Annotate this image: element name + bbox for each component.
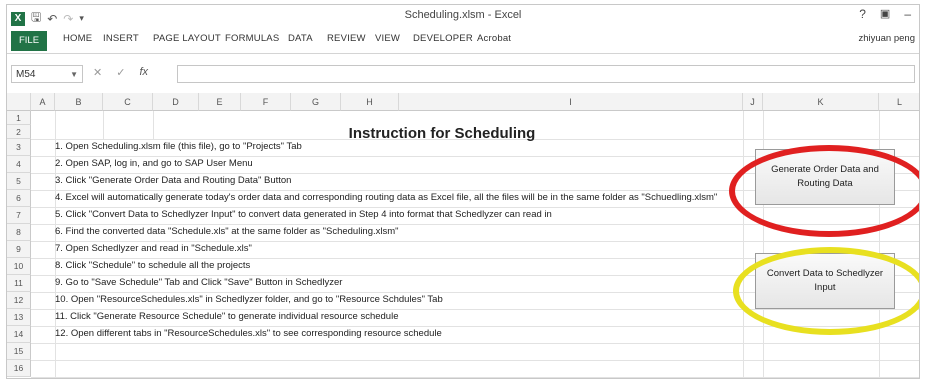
gridline (31, 360, 919, 361)
instruction-line: 11. Click "Generate Resource Schedule" t… (55, 311, 399, 322)
instruction-line: 3. Click "Generate Order Data and Routin… (55, 175, 292, 186)
tab-review[interactable]: REVIEW (327, 33, 366, 44)
gridline (153, 111, 154, 139)
window-title: Scheduling.xlsm - Excel (404, 9, 522, 21)
gridline (31, 326, 919, 327)
row-header[interactable]: 8 (7, 224, 31, 241)
ribbon-display-icon[interactable]: ▣ (880, 7, 890, 21)
formula-bar: M54 ▼ ✕ ✓ fx (7, 63, 919, 85)
sheet-title: Instruction for Scheduling (348, 125, 536, 142)
title-bar: X 🖫 ↶ ↷ ▾ Scheduling.xlsm - Excel ? ▣ – (7, 5, 919, 27)
row-header[interactable]: 2 (7, 125, 31, 139)
column-header[interactable]: A (31, 93, 55, 111)
tab-home[interactable]: HOME (63, 33, 92, 44)
select-all-corner[interactable] (7, 93, 31, 111)
gridline (31, 224, 919, 225)
worksheet-grid[interactable]: A B C D E F G H I J K L 1 2 3 4 5 6 7 8 … (7, 93, 919, 378)
formula-input[interactable] (177, 65, 915, 83)
row-header[interactable]: 14 (7, 326, 31, 343)
gridline (31, 343, 919, 344)
row-header[interactable]: 16 (7, 360, 31, 377)
cancel-icon[interactable]: ✕ (93, 66, 102, 79)
column-header[interactable]: I (399, 93, 743, 111)
tab-insert[interactable]: INSERT (103, 33, 139, 44)
tab-file[interactable]: FILE (11, 31, 47, 51)
gridline (743, 111, 744, 378)
convert-data-button[interactable]: Convert Data to Schedlyzer Input (755, 253, 895, 309)
column-header[interactable]: H (341, 93, 399, 111)
tab-acrobat[interactable]: Acrobat (477, 33, 511, 44)
insert-function-icon[interactable]: fx (139, 66, 148, 79)
row-header[interactable]: 1 (7, 111, 31, 125)
column-header[interactable]: J (743, 93, 763, 111)
tab-data[interactable]: DATA (288, 33, 313, 44)
row-header[interactable]: 3 (7, 139, 31, 156)
chevron-down-icon[interactable]: ▼ (70, 66, 78, 84)
instruction-line: 5. Click "Convert Data to Schedlyzer Inp… (55, 209, 552, 220)
enter-icon[interactable]: ✓ (116, 66, 125, 79)
instruction-line: 6. Find the converted data "Schedule.xls… (55, 226, 399, 237)
row-header[interactable]: 10 (7, 258, 31, 275)
instruction-line: 1. Open Scheduling.xlsm file (this file)… (55, 141, 302, 152)
instruction-line: 7. Open Schedlyzer and read in "Schedule… (55, 243, 252, 254)
ribbon-tabs: FILE HOME INSERT PAGE LAYOUT FORMULAS DA… (7, 27, 919, 54)
name-box-value: M54 (16, 69, 36, 80)
column-header[interactable]: E (199, 93, 241, 111)
instruction-line: 9. Go to "Save Schedule" Tab and Click "… (55, 277, 343, 288)
gridline (31, 207, 919, 208)
column-header[interactable]: G (291, 93, 341, 111)
column-header[interactable]: L (879, 93, 919, 111)
name-box[interactable]: M54 ▼ (11, 65, 83, 83)
row-header[interactable]: 4 (7, 156, 31, 173)
instruction-line: 8. Click "Schedule" to schedule all the … (55, 260, 251, 271)
instruction-line: 2. Open SAP, log in, and go to SAP User … (55, 158, 253, 169)
row-header[interactable]: 6 (7, 190, 31, 207)
formula-tools: ✕ ✓ fx (93, 66, 148, 79)
help-button[interactable]: ? (859, 7, 866, 21)
row-header[interactable]: 12 (7, 292, 31, 309)
gridline (31, 241, 919, 242)
row-header[interactable]: 13 (7, 309, 31, 326)
row-header[interactable]: 15 (7, 343, 31, 360)
column-header[interactable]: D (153, 93, 199, 111)
row-header[interactable]: 11 (7, 275, 31, 292)
column-header[interactable]: C (103, 93, 153, 111)
gridline (103, 111, 104, 139)
column-header[interactable]: F (241, 93, 291, 111)
excel-window: X 🖫 ↶ ↷ ▾ Scheduling.xlsm - Excel ? ▣ – … (6, 4, 920, 379)
gridline (31, 377, 919, 378)
instruction-line: 12. Open different tabs in "ResourceSche… (55, 328, 442, 339)
window-controls: ? ▣ – (859, 7, 911, 21)
column-header[interactable]: B (55, 93, 103, 111)
row-header[interactable]: 7 (7, 207, 31, 224)
instruction-line: 10. Open "ResourceSchedules.xls" in Sche… (55, 294, 443, 305)
generate-order-data-button[interactable]: Generate Order Data and Routing Data (755, 149, 895, 205)
row-header[interactable]: 9 (7, 241, 31, 258)
row-header[interactable]: 5 (7, 173, 31, 190)
column-header[interactable]: K (763, 93, 879, 111)
gridline (31, 309, 919, 310)
tab-formulas[interactable]: FORMULAS (225, 33, 279, 44)
tab-view[interactable]: VIEW (375, 33, 400, 44)
minimize-button[interactable]: – (904, 7, 911, 21)
user-name[interactable]: zhiyuan peng (858, 33, 915, 44)
tab-page-layout[interactable]: PAGE LAYOUT (153, 33, 221, 44)
tab-developer[interactable]: DEVELOPER (413, 33, 473, 44)
instruction-line: 4. Excel will automatically generate tod… (55, 192, 718, 203)
